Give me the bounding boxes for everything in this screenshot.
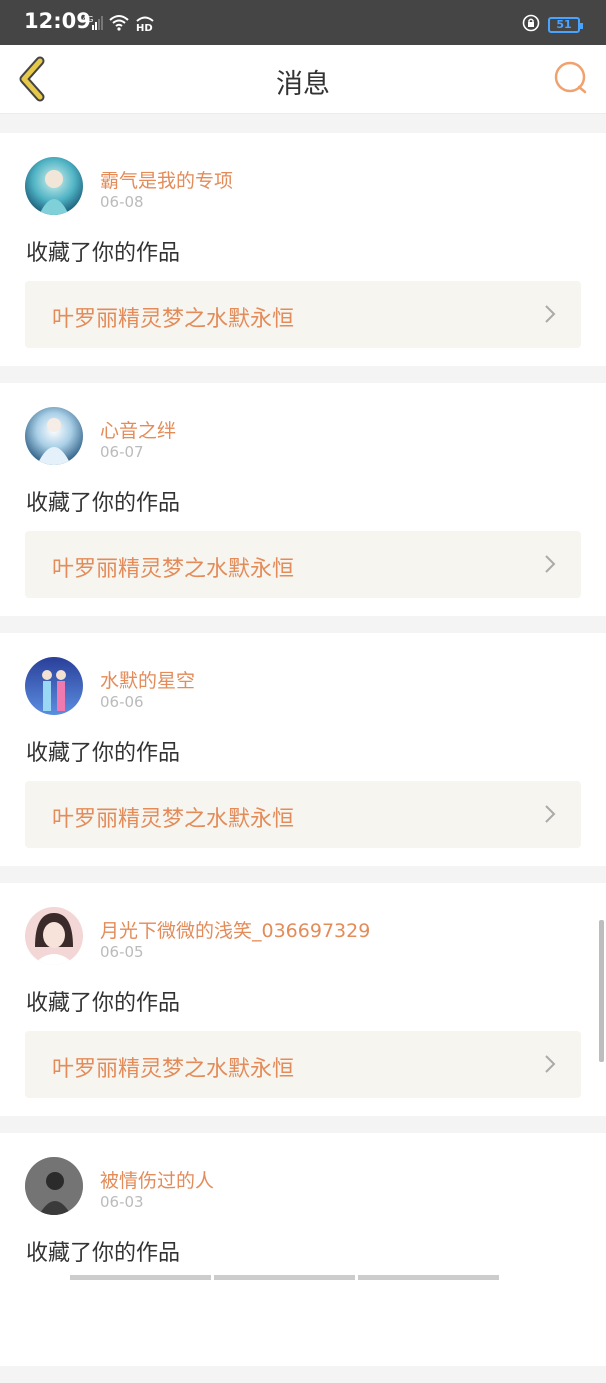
message-list: 霸气是我的专项 06-08 收藏了你的作品 叶罗丽精灵梦之水默永恒 心音之绊 0… <box>0 133 606 1383</box>
message-card: 霸气是我的专项 06-08 收藏了你的作品 叶罗丽精灵梦之水默永恒 <box>0 133 606 366</box>
hd-icon: HD <box>134 14 156 36</box>
message-date: 06-03 <box>100 1193 144 1211</box>
message-action-text: 收藏了你的作品 <box>26 991 181 1016</box>
work-link[interactable]: 叶罗丽精灵梦之水默永恒 <box>25 1031 581 1098</box>
status-time: 12:09 <box>24 9 91 33</box>
avatar[interactable] <box>25 407 83 465</box>
message-date: 06-08 <box>100 193 144 211</box>
search-icon[interactable] <box>552 59 590 97</box>
wifi-icon <box>108 14 130 36</box>
chevron-right-icon <box>545 555 556 573</box>
status-bar: 12:09 4G HD 51 <box>0 0 606 45</box>
username[interactable]: 月光下微微的浅笑_036697329 <box>100 916 370 943</box>
avatar[interactable] <box>25 157 83 215</box>
username[interactable]: 霸气是我的专项 <box>100 166 233 193</box>
avatar[interactable] <box>25 907 83 965</box>
nav-bar: 消息 <box>0 45 606 114</box>
indicator-segment <box>358 1275 499 1280</box>
chevron-right-icon <box>545 1055 556 1073</box>
username[interactable]: 心音之绊 <box>100 416 176 443</box>
network-type: 4G <box>82 15 93 24</box>
indicator-segment <box>214 1275 355 1280</box>
message-action-text: 收藏了你的作品 <box>26 1241 181 1266</box>
message-action-text: 收藏了你的作品 <box>26 741 181 766</box>
chevron-right-icon <box>545 805 556 823</box>
message-card: 月光下微微的浅笑_036697329 06-05 收藏了你的作品 叶罗丽精灵梦之… <box>0 883 606 1116</box>
work-link[interactable]: 叶罗丽精灵梦之水默永恒 <box>25 781 581 848</box>
username[interactable]: 被情伤过的人 <box>100 1166 214 1193</box>
message-card: 水默的星空 06-06 收藏了你的作品 叶罗丽精灵梦之水默永恒 <box>0 633 606 866</box>
username[interactable]: 水默的星空 <box>100 666 195 693</box>
battery-icon: 51 <box>548 17 583 33</box>
work-title: 叶罗丽精灵梦之水默永恒 <box>52 1057 295 1082</box>
message-date: 06-07 <box>100 443 144 461</box>
indicator-segment <box>70 1275 211 1280</box>
message-action-text: 收藏了你的作品 <box>26 241 181 266</box>
work-title: 叶罗丽精灵梦之水默永恒 <box>52 557 295 582</box>
avatar[interactable] <box>25 657 83 715</box>
avatar[interactable] <box>25 1157 83 1215</box>
page-title: 消息 <box>276 69 330 100</box>
work-title: 叶罗丽精灵梦之水默永恒 <box>52 807 295 832</box>
message-action-text: 收藏了你的作品 <box>26 491 181 516</box>
bottom-indicator <box>70 1275 499 1280</box>
work-link[interactable]: 叶罗丽精灵梦之水默永恒 <box>25 531 581 598</box>
chevron-right-icon <box>545 305 556 323</box>
message-date: 06-05 <box>100 943 144 961</box>
message-date: 06-06 <box>100 693 144 711</box>
signal-icon: 4G <box>82 14 104 36</box>
message-card: 心音之绊 06-07 收藏了你的作品 叶罗丽精灵梦之水默永恒 <box>0 383 606 616</box>
lock-rotation-icon <box>522 14 540 36</box>
hd-label: HD <box>136 23 153 32</box>
message-card: 被情伤过的人 06-03 收藏了你的作品 <box>0 1133 606 1366</box>
work-link[interactable]: 叶罗丽精灵梦之水默永恒 <box>25 281 581 348</box>
scrollbar[interactable] <box>599 920 604 1062</box>
work-title: 叶罗丽精灵梦之水默永恒 <box>52 307 295 332</box>
